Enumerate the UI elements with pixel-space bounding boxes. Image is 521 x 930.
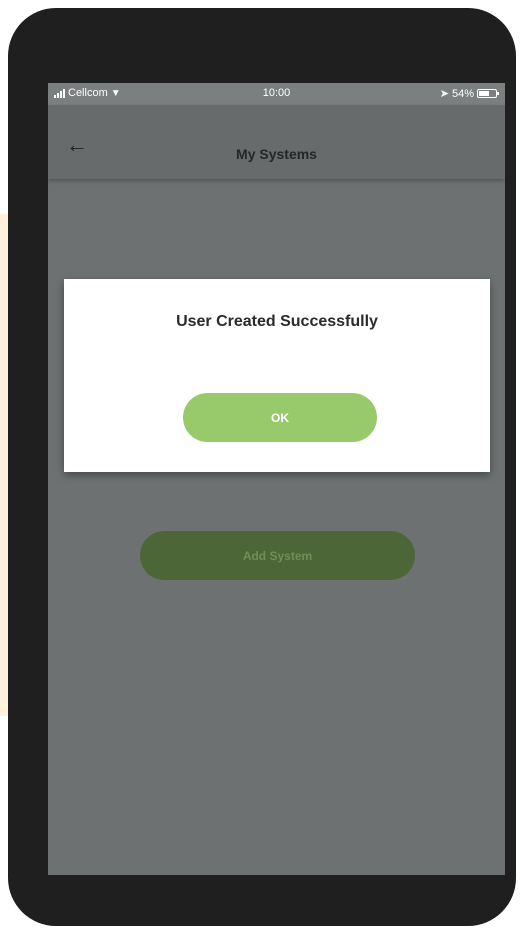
- dialog-message: User Created Successfully: [176, 313, 378, 330]
- location-icon: ➤: [439, 88, 449, 100]
- battery-icon: [477, 89, 499, 98]
- phone-frame: Cellcom ▼ 10:00 ➤ 54% ← My Systems Add S…: [8, 8, 516, 926]
- success-dialog: User Created Successfully OK: [64, 279, 490, 472]
- status-bar: Cellcom ▼ 10:00 ➤ 54%: [48, 83, 505, 105]
- status-time: 10:00: [262, 87, 291, 99]
- ok-button[interactable]: OK: [183, 393, 377, 442]
- battery-percent: 54%: [451, 87, 474, 100]
- status-right: ➤ 54%: [439, 87, 499, 100]
- page-title: My Systems: [236, 146, 317, 162]
- add-system-button[interactable]: Add System: [140, 531, 415, 580]
- app-screen: Cellcom ▼ 10:00 ➤ 54% ← My Systems Add S…: [48, 83, 505, 875]
- navigation-bar: ← My Systems: [48, 105, 505, 179]
